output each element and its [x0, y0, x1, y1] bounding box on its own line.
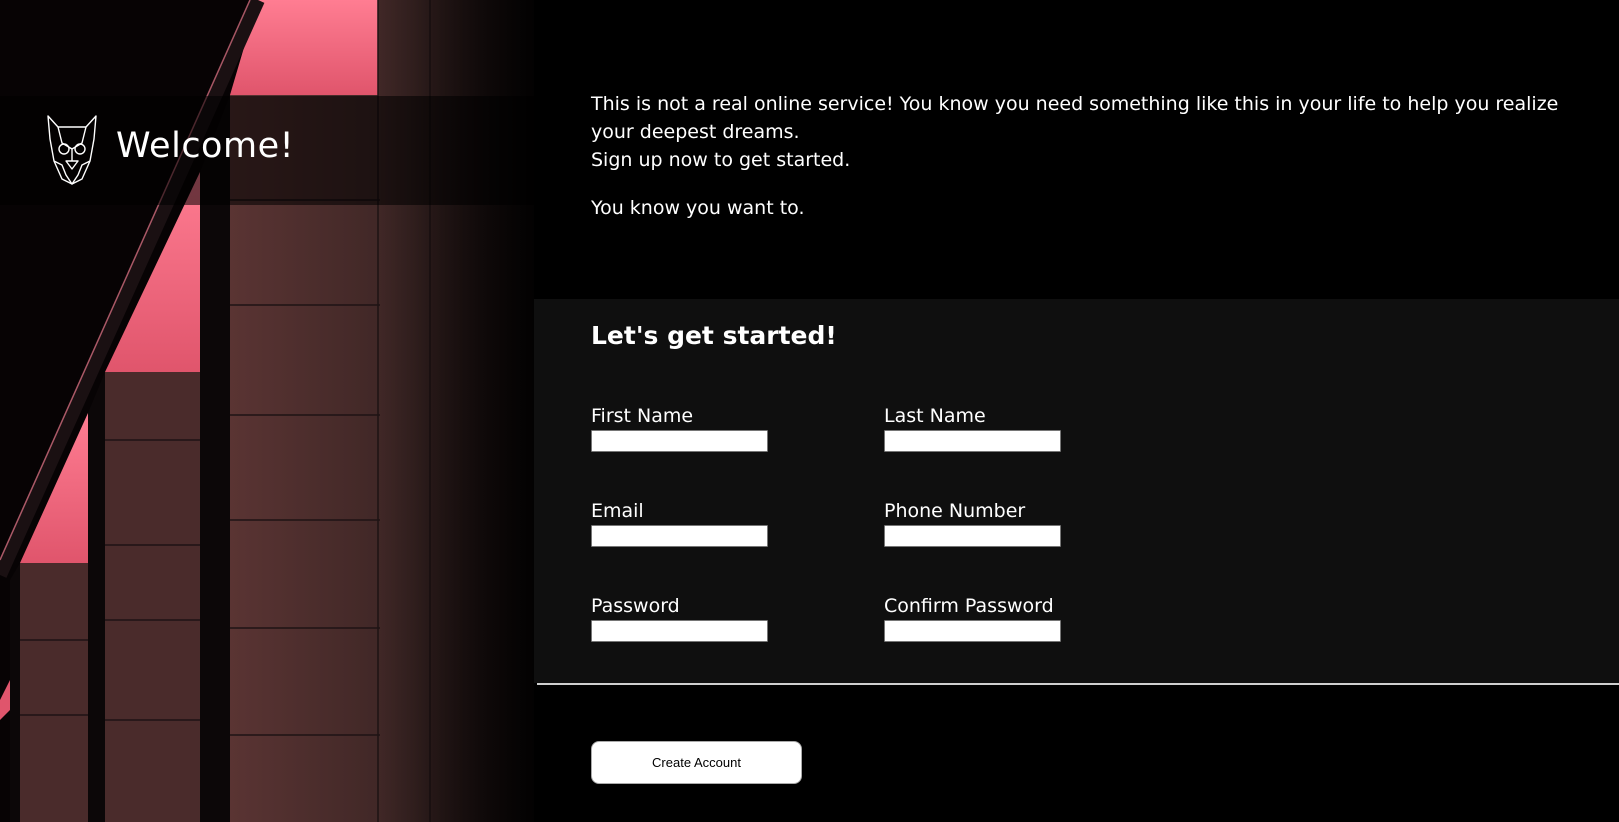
- email-field: Email: [591, 500, 771, 547]
- last-name-input[interactable]: [884, 429, 1061, 452]
- create-account-button[interactable]: Create Account: [591, 741, 802, 784]
- signup-page: Welcome! This is not a real online servi…: [0, 0, 1619, 822]
- password-label: Password: [591, 595, 680, 617]
- confirm-password-input[interactable]: [884, 619, 1061, 642]
- welcome-title: Welcome!: [116, 126, 295, 166]
- intro-paragraph-3: You know you want to.: [591, 197, 805, 219]
- form-divider: [537, 683, 1619, 685]
- intro-paragraph-2: Sign up now to get started.: [591, 149, 851, 171]
- phone-number-field: Phone Number: [884, 500, 1064, 547]
- last-name-label: Last Name: [884, 405, 986, 427]
- first-name-input[interactable]: [591, 429, 768, 452]
- dog-head-logo-icon: [47, 115, 97, 185]
- email-label: Email: [591, 500, 644, 522]
- main-content: This is not a real online service! You k…: [534, 0, 1619, 822]
- confirm-password-label: Confirm Password: [884, 595, 1054, 617]
- signup-form: Let's get started! First Name Last Name …: [534, 299, 1619, 683]
- form-title: Let's get started!: [591, 321, 837, 350]
- email-input[interactable]: [591, 524, 768, 547]
- intro-paragraph-1: This is not a real online service! You k…: [591, 93, 1559, 143]
- first-name-label: First Name: [591, 405, 694, 427]
- phone-number-label: Phone Number: [884, 500, 1026, 522]
- last-name-field: Last Name: [884, 405, 1064, 452]
- intro-text: This is not a real online service! You k…: [591, 90, 1591, 222]
- hero-panel: Welcome!: [0, 0, 534, 822]
- password-input[interactable]: [591, 619, 768, 642]
- first-name-field: First Name: [591, 405, 771, 452]
- phone-number-input[interactable]: [884, 524, 1061, 547]
- confirm-password-field: Confirm Password: [884, 595, 1064, 642]
- password-field: Password: [591, 595, 771, 642]
